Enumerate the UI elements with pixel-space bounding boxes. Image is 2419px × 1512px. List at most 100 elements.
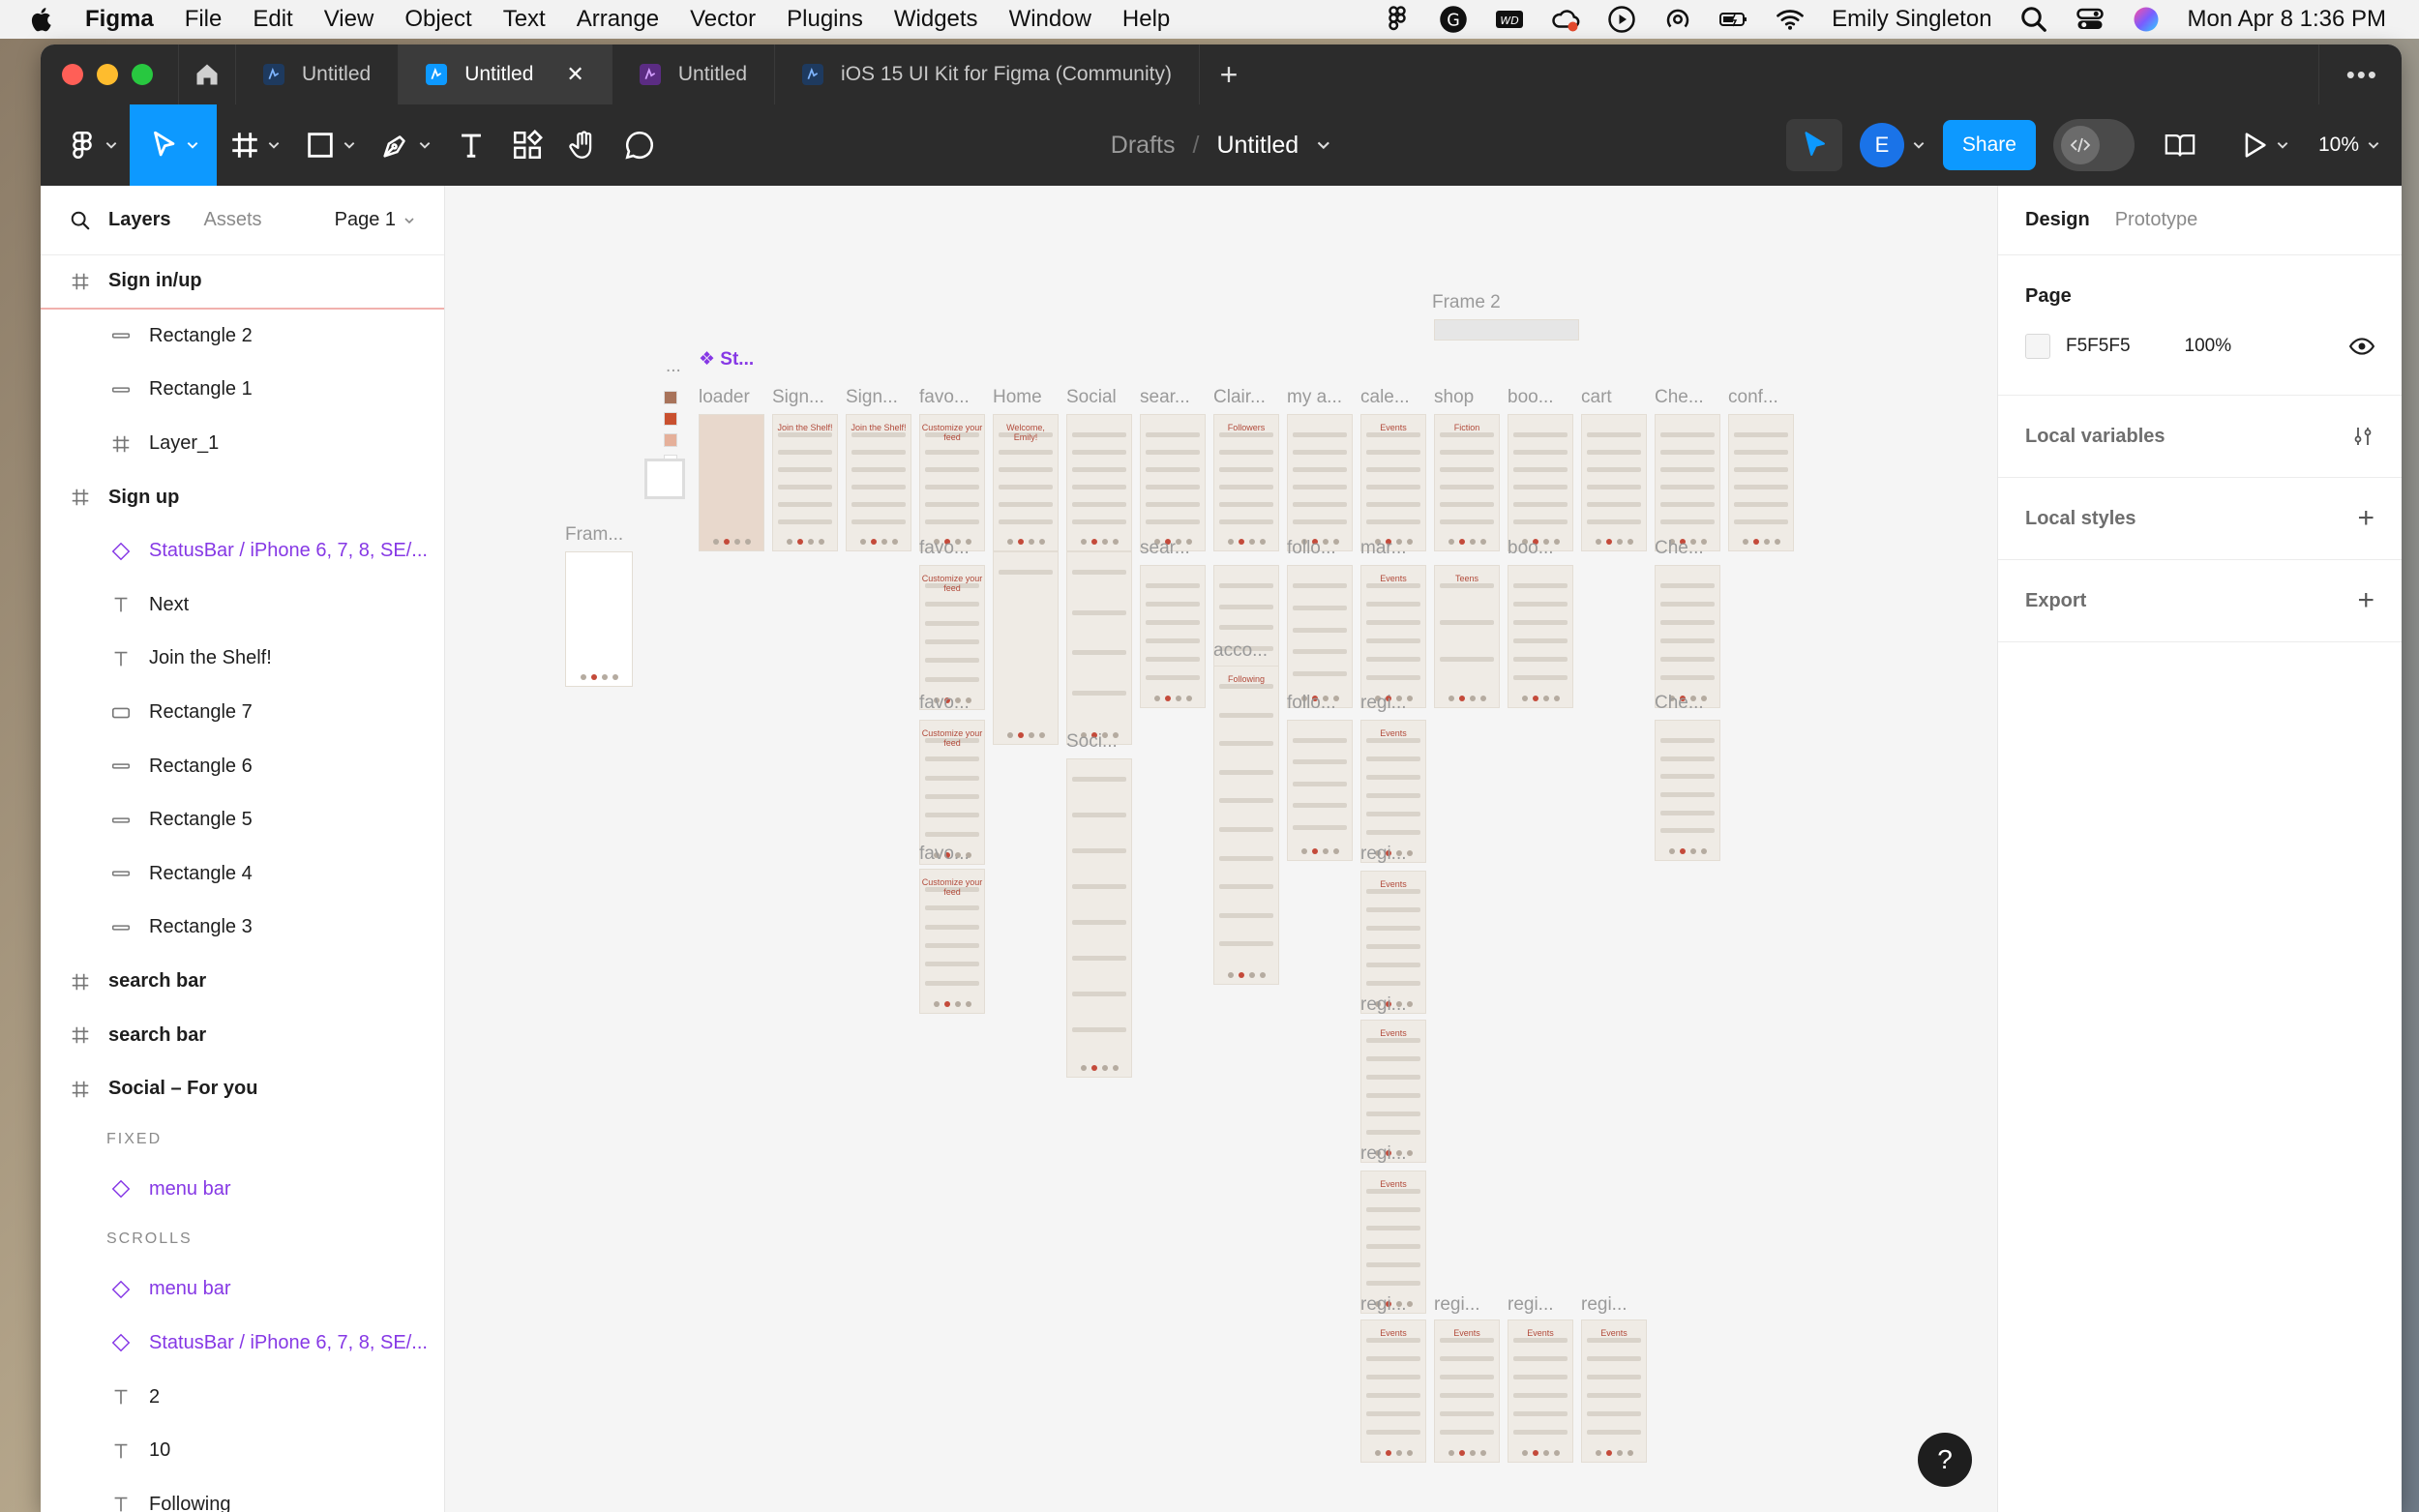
layer-row[interactable]: Social – For you	[41, 1062, 444, 1116]
page-selector[interactable]: Page 1	[335, 209, 415, 231]
breadcrumb-drafts[interactable]: Drafts	[1111, 132, 1176, 160]
artboard-thumbnail[interactable]	[1655, 414, 1720, 551]
artboard-thumbnail[interactable]	[1655, 565, 1720, 708]
layer-row[interactable]: Following	[41, 1477, 444, 1512]
frame-label[interactable]: regi...	[1360, 693, 1407, 714]
user-avatar-menu[interactable]: E	[1859, 123, 1926, 167]
frame-label[interactable]: cale...	[1360, 387, 1410, 408]
play-circle-icon[interactable]	[1607, 5, 1636, 34]
file-tab-3[interactable]: Untitled	[612, 44, 776, 104]
frame-label[interactable]: boo...	[1508, 387, 1554, 408]
layer-row[interactable]: Rectangle 7	[41, 686, 444, 740]
frame-label[interactable]: Che...	[1655, 387, 1704, 408]
artboard-thumbnail[interactable]: Following	[1213, 666, 1279, 985]
menu-file[interactable]: File	[185, 6, 223, 33]
frame-label[interactable]: Sign...	[846, 387, 898, 408]
frame-label[interactable]: Sign...	[772, 387, 824, 408]
artboard-thumbnail[interactable]	[1287, 414, 1353, 551]
artboard-thumbnail[interactable]: Events	[1360, 1020, 1426, 1163]
frame-label[interactable]: my a...	[1287, 387, 1342, 408]
layer-row[interactable]: menu bar	[41, 1163, 444, 1217]
artboard-thumbnail[interactable]: Events	[1360, 1319, 1426, 1463]
artboard-thumbnail[interactable]	[1287, 720, 1353, 861]
new-tab-button[interactable]: +	[1200, 44, 1258, 104]
artboard-thumbnail[interactable]	[699, 414, 764, 551]
layer-row[interactable]: Sign up	[41, 470, 444, 524]
spotlight-search-icon[interactable]	[2019, 5, 2048, 34]
more-options-icon[interactable]: •••	[2317, 44, 2378, 104]
frame-label[interactable]: sear...	[1140, 387, 1190, 408]
frame-label[interactable]: boo...	[1508, 538, 1554, 559]
file-tab-4[interactable]: iOS 15 UI Kit for Figma (Community)	[775, 44, 1200, 104]
frame-label[interactable]: Home	[993, 387, 1042, 408]
frame-label[interactable]: Frame 2	[1432, 292, 1501, 313]
frame-label[interactable]: favo...	[919, 538, 970, 559]
artboard-thumbnail[interactable]: Events	[1360, 565, 1426, 708]
zoom-window-button[interactable]	[132, 64, 153, 85]
artboard-thumbnail[interactable]	[1066, 414, 1132, 551]
frame-label[interactable]: ...	[666, 356, 681, 377]
main-menu-button[interactable]	[54, 104, 130, 186]
frame-label[interactable]: shop	[1434, 387, 1474, 408]
artboard-thumbnail[interactable]: Teens	[1434, 565, 1500, 708]
artboard-thumbnail[interactable]: Events	[1360, 414, 1426, 551]
artboard-thumbnail[interactable]	[1213, 565, 1279, 681]
artboard-thumbnail[interactable]	[1066, 551, 1132, 745]
frame-label[interactable]: regi...	[1360, 994, 1407, 1016]
frame-label[interactable]: regi...	[1434, 1294, 1480, 1316]
file-tab-2-active[interactable]: Untitled ✕	[399, 44, 612, 104]
add-export-icon[interactable]: +	[2357, 584, 2374, 617]
minimize-window-button[interactable]	[97, 64, 118, 85]
frame-label[interactable]: regi...	[1360, 1294, 1407, 1316]
frame-label[interactable]: favo...	[919, 693, 970, 714]
local-variables-label[interactable]: Local variables	[2025, 426, 2165, 448]
layer-row[interactable]: Layer_1	[41, 417, 444, 471]
frame-label[interactable]: regi...	[1360, 1143, 1407, 1165]
shape-tool-button[interactable]	[292, 104, 368, 186]
menu-app-name[interactable]: Figma	[85, 6, 154, 33]
artboard-thumbnail[interactable]: Customize your feed	[919, 565, 985, 710]
frame-label[interactable]: Che...	[1655, 538, 1704, 559]
color-swatch[interactable]	[664, 433, 677, 447]
frame-label[interactable]: regi...	[1581, 1294, 1628, 1316]
layer-row[interactable]: 10	[41, 1424, 444, 1478]
close-tab-icon[interactable]: ✕	[566, 62, 583, 87]
artboard-thumbnail[interactable]: Followers	[1213, 414, 1279, 551]
menubar-user-name[interactable]: Emily Singleton	[1832, 6, 1991, 33]
tab-design[interactable]: Design	[2025, 209, 2090, 231]
artboard-thumbnail[interactable]	[1434, 319, 1579, 341]
siri-icon[interactable]	[2132, 5, 2161, 34]
tab-prototype[interactable]: Prototype	[2115, 209, 2198, 231]
menu-view[interactable]: View	[324, 6, 374, 33]
avatar[interactable]: E	[1859, 123, 1904, 167]
artboard-thumbnail[interactable]: Join the Shelf!	[772, 414, 838, 551]
artboard-thumbnail[interactable]	[1140, 565, 1206, 708]
battery-icon[interactable]	[1719, 5, 1748, 34]
menu-text[interactable]: Text	[503, 6, 546, 33]
layer-row[interactable]: menu bar	[41, 1262, 444, 1317]
text-tool-button[interactable]	[443, 104, 499, 186]
color-swatch[interactable]	[664, 412, 677, 426]
frame-label[interactable]: regi...	[1360, 844, 1407, 865]
layer-row[interactable]: Join the Shelf!	[41, 632, 444, 686]
comment-tool-button[interactable]	[612, 104, 668, 186]
frame-label[interactable]: Che...	[1655, 693, 1704, 714]
frame-label[interactable]: Clair...	[1213, 387, 1266, 408]
frame-tool-button[interactable]	[217, 104, 292, 186]
creative-cloud-icon[interactable]	[1551, 5, 1580, 34]
frame-label[interactable]: regi...	[1508, 1294, 1554, 1316]
tab-layers[interactable]: Layers	[108, 209, 171, 231]
artboard-thumbnail[interactable]: Events	[1360, 1171, 1426, 1314]
search-icon[interactable]	[70, 210, 91, 231]
artboard-thumbnail[interactable]	[1066, 758, 1132, 1078]
layer-row[interactable]: Sign in/up	[41, 255, 444, 310]
artboard-thumbnail[interactable]: Welcome, Emily!	[993, 414, 1059, 551]
frame-label[interactable]: cart	[1581, 387, 1612, 408]
layer-row[interactable]: search bar	[41, 1008, 444, 1062]
frame-label[interactable]: follo...	[1287, 538, 1336, 559]
library-button[interactable]	[2152, 104, 2208, 186]
menu-help[interactable]: Help	[1122, 6, 1170, 33]
home-button[interactable]	[178, 44, 236, 104]
artboard-thumbnail[interactable]: Events	[1508, 1319, 1573, 1463]
apple-icon[interactable]	[29, 6, 56, 33]
